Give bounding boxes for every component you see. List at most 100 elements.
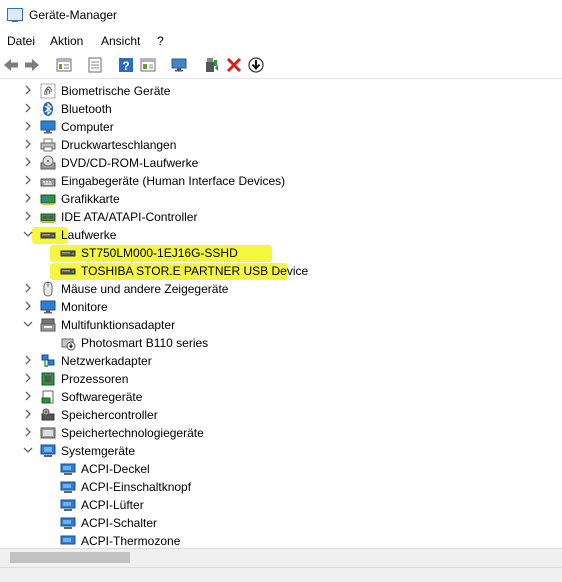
storage-tech-icon [40,425,56,441]
back-arrow-icon[interactable] [2,56,20,74]
tree-device[interactable]: ACPI-Thermozone [0,532,562,545]
ide-controller-icon [40,209,56,225]
tree-category[interactable]: Laufwerke [0,226,562,244]
menu-ansicht[interactable]: Ansicht [101,34,140,48]
chevron-right-icon[interactable] [23,373,33,383]
tree-item-label: Eingabegeräte (Human Interface Devices) [61,174,286,188]
chevron-right-icon[interactable] [23,355,33,365]
tree-item-label: Laufwerke [61,228,117,242]
update-driver-icon[interactable] [86,56,104,74]
chevron-right-icon[interactable] [23,409,33,419]
chevron-right-icon[interactable] [23,157,33,167]
chevron-right-icon[interactable] [23,301,33,311]
horizontal-scrollbar[interactable] [0,548,562,567]
fingerprint-icon [40,83,56,99]
tree-category[interactable]: Prozessoren [0,370,562,388]
tree-item-label: Multifunktionsadapter [61,318,176,332]
menu-aktion[interactable]: Aktion [50,34,83,48]
toolbar: ? [0,54,562,79]
chevron-right-icon[interactable] [23,427,33,437]
tree-category[interactable]: Eingabegeräte (Human Interface Devices) [0,172,562,190]
device-warning-icon [60,335,76,351]
multifunction-icon [40,317,56,333]
chevron-right-icon[interactable] [23,139,33,149]
tree-category[interactable]: Speichertechnologiegeräte [0,424,562,442]
tree-item-label: Prozessoren [61,372,129,386]
device-tree[interactable]: Biometrische Geräte Bluetooth Computer Druc… [0,82,562,545]
tree-category[interactable]: DVD/CD-ROM-Laufwerke [0,154,562,172]
properties-icon[interactable] [55,56,73,74]
system-device-icon [60,497,76,513]
tree-category[interactable]: Computer [0,118,562,136]
enable-device-icon[interactable] [203,56,221,74]
chevron-down-icon[interactable] [23,319,33,329]
tree-category[interactable]: Mäuse und andere Zeigegeräte [0,280,562,298]
processor-icon [40,371,56,387]
tree-device[interactable]: ST750LM000-1EJ16G-SSHD [0,244,562,262]
menu-datei[interactable]: Datei [7,34,35,48]
chevron-right-icon[interactable] [23,211,33,221]
tree-category[interactable]: Systemgeräte [0,442,562,460]
chevron-down-icon[interactable] [23,229,33,239]
tree-category[interactable]: Bluetooth [0,100,562,118]
bluetooth-icon [40,101,56,117]
tree-item-label: Netzwerkadapter [61,354,152,368]
tree-item-label: ACPI-Schalter [81,516,158,530]
menu-bar: Datei Aktion Ansicht ? [0,32,562,50]
tree-item-label: IDE ATA/ATAPI-Controller [61,210,198,224]
storage-controller-icon [40,407,56,423]
chevron-right-icon[interactable] [23,283,33,293]
tree-category[interactable]: Grafikkarte [0,190,562,208]
tree-device[interactable]: ACPI-Schalter [0,514,562,532]
dvd-drive-icon [40,155,56,171]
tree-item-label: Speichercontroller [61,408,158,422]
tree-device[interactable]: ACPI-Einschaltknopf [0,478,562,496]
chevron-down-icon[interactable] [23,445,33,455]
system-device-icon [60,461,76,477]
system-devices-icon [40,443,56,459]
tree-category[interactable]: Druckwarteschlangen [0,136,562,154]
uninstall-icon[interactable] [225,56,243,74]
tree-item-label: Speichertechnologiegeräte [61,426,204,440]
help-icon[interactable]: ? [117,56,135,74]
monitor-icon [40,299,56,315]
download-icon[interactable] [247,56,265,74]
tree-category[interactable]: Netzwerkadapter [0,352,562,370]
tree-item-label: ST750LM000-1EJ16G-SSHD [81,246,238,260]
chevron-right-icon[interactable] [23,121,33,131]
tree-device[interactable]: TOSHIBA STOR.E PARTNER USB Device [0,262,562,280]
tree-item-label: ACPI-Lüfter [81,498,144,512]
tree-category[interactable]: Monitore [0,298,562,316]
chevron-right-icon[interactable] [23,103,33,113]
tree-item-label: ACPI-Deckel [81,462,150,476]
view-icon[interactable] [139,56,157,74]
tree-item-label: Softwaregeräte [61,390,143,404]
chevron-right-icon[interactable] [23,175,33,185]
tree-item-label: Mäuse und andere Zeigegeräte [61,282,229,296]
tree-category[interactable]: Softwaregeräte [0,388,562,406]
tree-category[interactable]: Speichercontroller [0,406,562,424]
chevron-right-icon[interactable] [23,391,33,401]
mouse-icon [40,281,56,297]
tree-item-label: Bluetooth [61,102,112,116]
tree-category[interactable]: Multifunktionsadapter [0,316,562,334]
scrollbar-thumb[interactable] [10,552,130,563]
menu-help[interactable]: ? [157,34,164,48]
tree-item-label: Druckwarteschlangen [61,138,177,152]
tree-item-label: ACPI-Thermozone [81,534,181,545]
tree-item-label: Photosmart B110 series [81,336,209,350]
forward-arrow-icon[interactable] [23,56,41,74]
tree-item-label: Biometrische Geräte [61,84,171,98]
chevron-right-icon[interactable] [23,193,33,203]
chevron-right-icon[interactable] [23,85,33,95]
tree-device[interactable]: ACPI-Deckel [0,460,562,478]
printer-icon [40,137,56,153]
monitor-icon[interactable] [170,56,188,74]
tree-category[interactable]: IDE ATA/ATAPI-Controller [0,208,562,226]
tree-category[interactable]: Biometrische Geräte [0,82,562,100]
tree-device[interactable]: ACPI-Lüfter [0,496,562,514]
network-adapter-icon [40,353,56,369]
tree-device[interactable]: Photosmart B110 series [0,334,562,352]
tree-item-label: DVD/CD-ROM-Laufwerke [61,156,199,170]
disk-drive-icon [40,227,56,243]
